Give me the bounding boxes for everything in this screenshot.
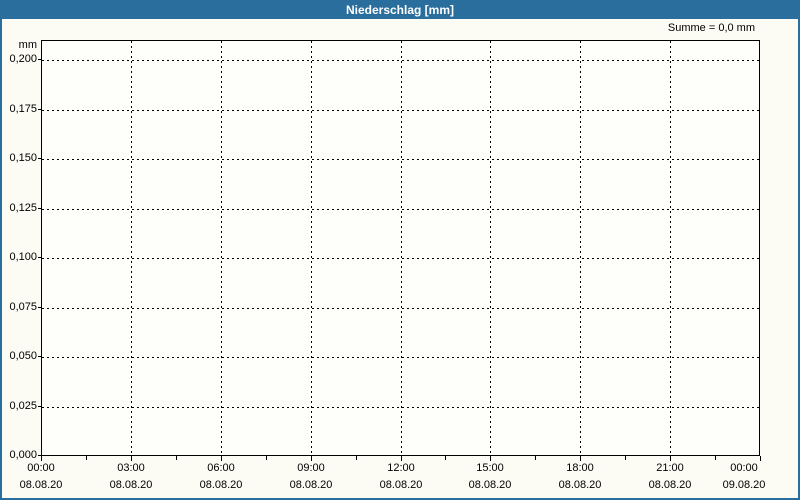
v-gridline (401, 41, 402, 455)
x-tick-time-label: 15:00 (476, 462, 504, 474)
y-tick-label: 0,175 (9, 102, 37, 115)
x-tick-date-label: 08.08.20 (109, 479, 153, 491)
y-tick-mark (38, 59, 41, 60)
x-minor-tick-mark (625, 456, 626, 460)
y-tick-mark (38, 257, 41, 258)
y-tick-label: 0,025 (9, 399, 37, 412)
y-tick-mark (38, 405, 41, 407)
x-tick-time-label: 06:00 (207, 462, 235, 474)
x-tick-time-label: 03:00 (117, 462, 145, 474)
x-tick-mark (41, 456, 42, 461)
x-tick-time-label: 09:00 (297, 462, 325, 474)
x-tick-time-label: 18:00 (566, 462, 594, 474)
x-minor-tick-mark (535, 456, 536, 460)
x-tick-time-label: 12:00 (387, 462, 415, 474)
x-minor-tick-mark (86, 456, 87, 460)
plot-area (41, 40, 760, 456)
x-tick-mark (401, 456, 402, 461)
x-minor-tick-mark (176, 456, 177, 460)
x-tick-mark (311, 456, 312, 461)
x-tick-mark (580, 456, 581, 461)
chart-window: Niederschlag [mm] Summe = 0,0 mm mm 0,00… (0, 0, 800, 500)
v-gridline (131, 41, 132, 455)
chart-title: Niederschlag [mm] (345, 3, 455, 17)
x-tick-mark (131, 456, 132, 461)
y-tick-mark (38, 158, 41, 159)
x-tick-date-label: 08.08.20 (289, 479, 333, 491)
y-tick-mark (38, 108, 41, 110)
x-tick-date-label: 08.08.20 (19, 479, 63, 491)
x-tick-date-label: 08.08.20 (468, 479, 512, 491)
y-tick-label: 0,125 (9, 201, 37, 214)
y-tick-mark (38, 207, 41, 209)
chart-title-bar: Niederschlag [mm] (2, 2, 798, 19)
v-gridline (670, 41, 671, 455)
x-tick-time-label: 21:00 (656, 462, 684, 474)
x-tick-mark (490, 456, 491, 461)
x-tick-date-label: 08.08.20 (379, 479, 423, 491)
x-tick-time-label: 00:00 (27, 462, 55, 474)
x-minor-tick-mark (266, 456, 267, 460)
x-minor-tick-mark (356, 456, 357, 460)
x-tick-mark (221, 456, 222, 461)
x-tick-date-label: 08.08.20 (199, 479, 243, 491)
y-tick-label: 0,000 (9, 449, 37, 461)
v-gridline (221, 41, 222, 455)
x-tick-date-label: 08.08.20 (648, 479, 692, 491)
y-tick-label: 0,200 (9, 53, 37, 65)
y-tick-mark (38, 356, 41, 357)
y-tick-mark (38, 306, 41, 308)
v-gridline (490, 41, 491, 455)
sum-annotation: Summe = 0,0 mm (667, 22, 755, 34)
y-tick-label: 0,075 (9, 300, 37, 313)
x-tick-mark (670, 456, 671, 461)
v-gridline (311, 41, 312, 455)
y-axis-unit-label: mm (18, 39, 37, 51)
x-tick-date-label: 08.08.20 (558, 479, 602, 491)
y-tick-label: 0,100 (9, 251, 37, 263)
x-tick-mark (760, 456, 761, 461)
x-tick-date-label: 09.08.20 (722, 479, 766, 491)
y-tick-label: 0,050 (9, 350, 37, 362)
y-tick-label: 0,150 (9, 152, 37, 164)
x-minor-tick-mark (445, 456, 446, 460)
v-gridline (580, 41, 581, 455)
x-tick-time-label: 00:00 (730, 462, 758, 474)
x-minor-tick-mark (715, 456, 716, 460)
